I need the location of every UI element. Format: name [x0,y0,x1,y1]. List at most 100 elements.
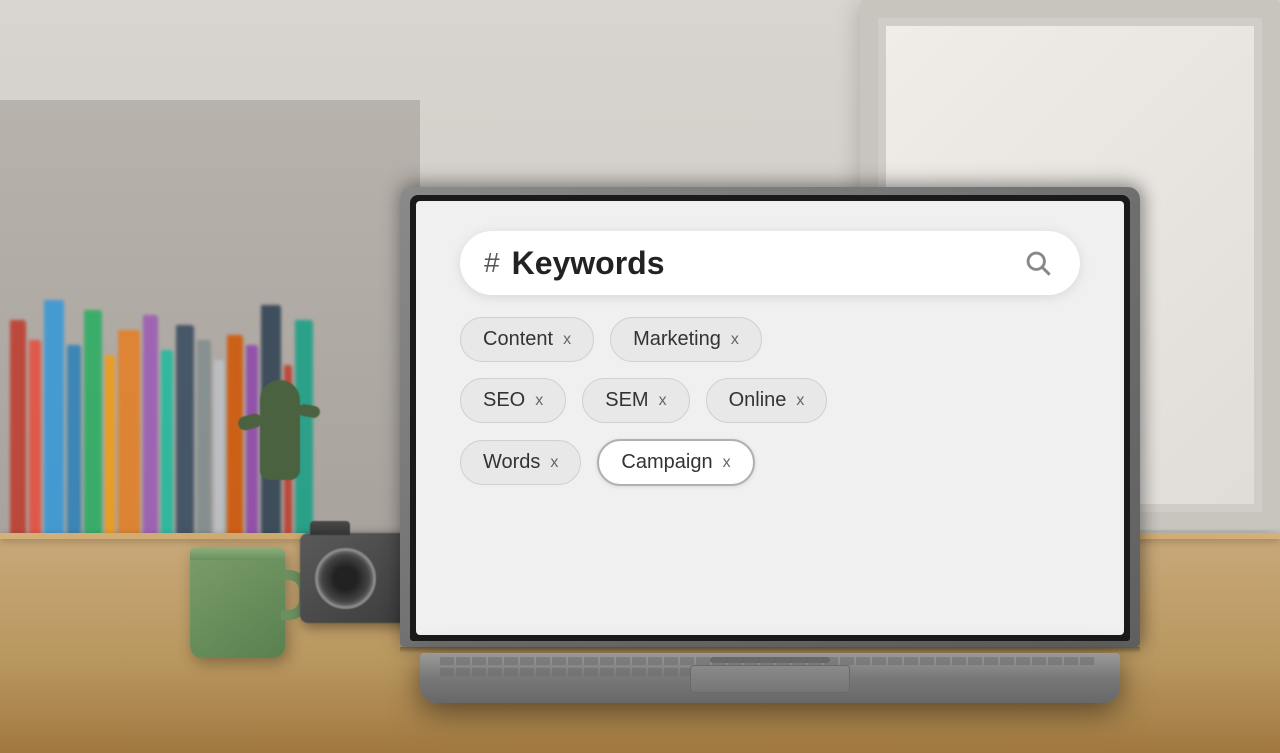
trackpad [690,665,850,693]
keyboard-key [616,657,630,665]
keyboard-key [1064,657,1078,665]
book [118,330,140,540]
tags-row-3: Words x Campaign x [460,439,1080,486]
tag-online-label: Online [729,389,787,412]
keyboard-key [488,668,502,676]
book [29,340,41,540]
keywords-input[interactable]: Keywords [512,245,1008,282]
screen-content: # Keywords [416,201,1124,635]
keyboard-key [696,657,710,665]
screen-bezel: # Keywords [410,195,1130,641]
keyboard-key [456,668,470,676]
keyboard-key [472,657,486,665]
book [161,350,173,540]
keyboard-key [1032,657,1046,665]
tag-sem-label: SEM [605,389,648,412]
tag-online-remove[interactable]: x [796,392,804,410]
book [84,310,102,540]
keyboard-key [904,657,918,665]
book [227,335,243,540]
keyboard-key [584,668,598,676]
book [176,325,194,540]
keyboard-key [536,657,550,665]
keyboard-key [744,657,758,665]
tag-seo-label: SEO [483,389,525,412]
tag-words-label: Words [483,451,540,474]
keyboard-key [456,657,470,665]
tag-sem[interactable]: SEM x [582,378,689,423]
keyboard-key [536,668,550,676]
keyboard-key [920,657,934,665]
keyboard-key [808,657,822,665]
keyboard-key [856,657,870,665]
tags-row-2: SEO x SEM x Online x [460,378,1080,423]
keyboard-key [504,657,518,665]
keyboard-key [664,668,678,676]
laptop-base [420,653,1120,703]
book [67,345,81,540]
keyboard-key [872,657,886,665]
search-icon-wrap[interactable] [1020,245,1056,281]
bookshelf [0,100,420,560]
keyboard-key [440,657,454,665]
keyboard-key [984,657,998,665]
keyboard-key [520,668,534,676]
coffee-mug [190,548,285,658]
keyboard-key [664,657,678,665]
keyboard-key [552,657,566,665]
book [44,300,64,540]
keyboard-key [728,657,742,665]
tag-campaign-label: Campaign [621,451,712,474]
hash-symbol: # [484,247,500,279]
tag-marketing-remove[interactable]: x [731,331,739,349]
keyboard-key [680,657,694,665]
keyboard-key [888,657,902,665]
tag-sem-remove[interactable]: x [659,392,667,410]
keyboard-key [440,668,454,676]
keyboard-key [568,668,582,676]
tag-content-remove[interactable]: x [563,331,571,349]
book [197,340,211,540]
book [246,345,258,540]
search-icon [1024,249,1052,277]
keyboard-key [504,668,518,676]
tag-seo[interactable]: SEO x [460,378,566,423]
keyboard-key [952,657,966,665]
keyboard-key [936,657,950,665]
mug-top [190,548,285,560]
keyboard-key [632,668,646,676]
keyboard-key [1000,657,1014,665]
keyboard-key [584,657,598,665]
tags-row-1: Content x Marketing x [460,317,1080,362]
keyboard-key [968,657,982,665]
tag-campaign[interactable]: Campaign x [597,439,754,486]
keyboard-key [520,657,534,665]
book [105,355,115,540]
tag-marketing[interactable]: Marketing x [610,317,762,362]
book [214,360,224,540]
keyboard-key [840,657,854,665]
tag-content-label: Content [483,328,553,351]
search-bar[interactable]: # Keywords [460,231,1080,295]
keyboard-key [648,657,662,665]
tags-area: Content x Marketing x SEO [460,317,1080,486]
keyboard-key [600,657,614,665]
tag-campaign-remove[interactable]: x [723,454,731,472]
book [10,320,26,540]
tag-content[interactable]: Content x [460,317,594,362]
keyboard-key [1048,657,1062,665]
keyboard-key [712,657,726,665]
keyboard-key [568,657,582,665]
keyboard-key [632,657,646,665]
keyboard-key [776,657,790,665]
keyboard-key [760,657,774,665]
cactus [260,380,300,480]
keyboard-key [600,668,614,676]
tag-online[interactable]: Online x [706,378,828,423]
keyboard-key [552,668,566,676]
tag-words[interactable]: Words x [460,440,581,485]
keyboard-key [648,668,662,676]
tag-words-remove[interactable]: x [550,454,558,472]
tag-seo-remove[interactable]: x [535,392,543,410]
keyboard-key [1016,657,1030,665]
